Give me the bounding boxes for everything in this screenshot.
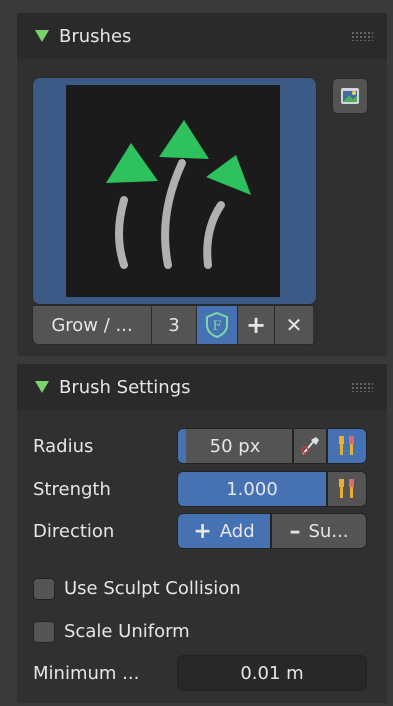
minimum-field[interactable]: 0.01 m [177, 655, 367, 691]
user-count: 3 [168, 314, 180, 336]
strength-label: Strength [33, 479, 111, 500]
direction-add-button[interactable]: + Add [177, 513, 271, 549]
use-sculpt-collision-checkbox[interactable] [33, 578, 55, 600]
scale-uniform-checkbox[interactable] [33, 621, 55, 643]
radius-unified-button[interactable] [327, 428, 367, 464]
grow-brush-icon[interactable] [66, 85, 280, 297]
brush-settings-panel-title: Brush Settings [59, 376, 191, 398]
use-sculpt-collision-label: Use Sculpt Collision [64, 578, 241, 599]
minus-icon: – [289, 518, 301, 544]
radius-pressure-button[interactable] [293, 428, 327, 464]
unlink-brush-button[interactable]: ✕ [275, 306, 313, 344]
collapse-triangle-icon[interactable] [35, 381, 49, 393]
user-count-button[interactable]: 3 [152, 306, 197, 344]
paint-brushes-icon [339, 479, 354, 498]
svg-text:F: F [212, 319, 221, 334]
direction-subtract-button[interactable]: – Su... [271, 513, 367, 549]
brush-image-icon [341, 88, 359, 104]
radius-value: 50 px [209, 435, 261, 457]
brush-datablock-selector: Grow / ... 3 F + ✕ [32, 305, 317, 345]
minimum-label: Minimum ... [33, 663, 140, 684]
minimum-value: 0.01 m [240, 662, 304, 684]
plus-icon: + [245, 311, 267, 339]
drag-grip-icon[interactable] [351, 382, 373, 392]
close-icon: ✕ [285, 313, 303, 337]
direction-label: Direction [33, 521, 115, 542]
brush-settings-panel-header[interactable]: Brush Settings [17, 364, 387, 410]
radius-slider[interactable]: 50 px [177, 428, 293, 464]
radius-slider-fill [178, 429, 186, 463]
brushes-panel-title: Brushes [59, 25, 132, 47]
collapse-triangle-icon[interactable] [35, 30, 49, 42]
new-brush-button[interactable]: + [238, 306, 275, 344]
plus-icon: + [193, 518, 212, 544]
pen-pressure-icon [301, 437, 319, 455]
direction-subtract-label: Su... [308, 520, 349, 542]
drag-grip-icon[interactable] [351, 31, 373, 41]
scale-uniform-label: Scale Uniform [64, 621, 190, 642]
brush-name-field[interactable]: Grow / ... [33, 306, 152, 344]
direction-add-label: Add [219, 520, 255, 542]
brush-image-button[interactable] [332, 78, 368, 114]
radius-label: Radius [33, 436, 94, 457]
strength-slider[interactable]: 1.000 [177, 471, 327, 507]
panel-separator [17, 356, 387, 364]
brush-name: Grow / ... [51, 314, 133, 336]
grow-brush-drawing [106, 120, 251, 269]
shield-icon: F [206, 311, 228, 339]
strength-pressure-button[interactable] [327, 471, 367, 507]
strength-value: 1.000 [226, 478, 278, 500]
brushes-panel-header[interactable]: Brushes [17, 13, 387, 59]
paint-brushes-icon [339, 436, 354, 455]
fake-user-button[interactable]: F [197, 306, 238, 344]
